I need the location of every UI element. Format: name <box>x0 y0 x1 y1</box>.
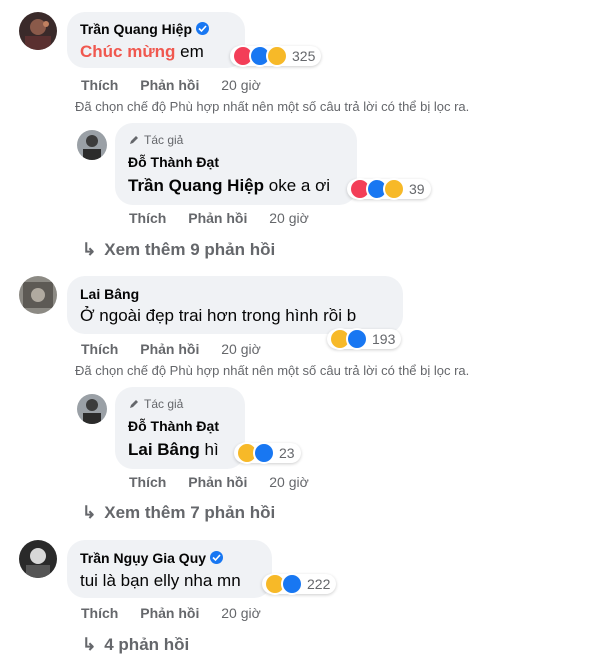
comment-author[interactable]: Lai Bâng <box>80 286 139 302</box>
avatar-photo <box>19 540 57 578</box>
comment-actions: Thích Phản hồi 20 giờ <box>129 474 309 490</box>
highlighted-text: Chúc mừng <box>80 42 176 61</box>
author-badge-label: Tác giả <box>144 133 184 147</box>
timestamp[interactable]: 20 giờ <box>221 605 261 621</box>
reply-button[interactable]: Phản hồi <box>140 77 199 93</box>
view-more-label: 4 phản hồi <box>104 635 190 654</box>
comment-text-rest: hì <box>204 440 219 459</box>
avatar-photo <box>19 12 57 50</box>
like-button[interactable]: Thích <box>129 474 166 490</box>
reaction-count: 23 <box>279 445 295 461</box>
avatar[interactable] <box>19 540 57 578</box>
reply-arrow-icon: ↳ <box>82 240 97 259</box>
timestamp[interactable]: 20 giờ <box>269 474 309 490</box>
comment-actions: Thích Phản hồi 20 giờ <box>81 77 261 93</box>
avatar-photo <box>77 394 107 424</box>
reaction-summary[interactable]: 39 <box>347 178 431 200</box>
like-button[interactable]: Thích <box>129 210 166 226</box>
reply-button[interactable]: Phản hồi <box>140 605 199 621</box>
avatar-photo <box>19 276 57 314</box>
author-name[interactable]: Trần Ngụy Gia Quy <box>80 550 206 566</box>
mention-link[interactable]: Trần Quang Hiệp <box>128 176 264 195</box>
avatar[interactable] <box>19 12 57 50</box>
like-button[interactable]: Thích <box>81 605 118 621</box>
comment-author[interactable]: Trần Ngụy Gia Quy <box>80 550 224 566</box>
author-badge: Tác giả <box>128 133 183 147</box>
reply-arrow-icon: ↳ <box>82 635 97 654</box>
timestamp[interactable]: 20 giờ <box>221 341 261 357</box>
reply-button[interactable]: Phản hồi <box>188 474 247 490</box>
comment-text-rest: oke a ơi <box>268 176 331 195</box>
like-button[interactable]: Thích <box>81 341 118 357</box>
avatar[interactable] <box>77 130 107 160</box>
author-badge: Tác giả <box>128 397 183 411</box>
avatar[interactable] <box>77 394 107 424</box>
haha-reaction-icon <box>266 45 288 67</box>
view-more-replies-button[interactable]: ↳ 4 phản hồi <box>82 635 189 655</box>
reaction-count: 39 <box>409 181 425 197</box>
timestamp[interactable]: 20 giờ <box>221 77 261 93</box>
reply-button[interactable]: Phản hồi <box>140 341 199 357</box>
verified-badge-icon <box>196 22 210 35</box>
pencil-icon <box>130 400 138 408</box>
comment-author[interactable]: Đỗ Thành Đạt <box>128 418 219 434</box>
reaction-summary[interactable]: 23 <box>234 442 301 464</box>
mention-link[interactable]: Lai Bâng <box>128 440 200 459</box>
comment-author[interactable]: Trần Quang Hiệp <box>80 21 210 37</box>
reaction-count: 193 <box>372 331 396 347</box>
reaction-count: 325 <box>292 48 316 64</box>
filter-notice: Đã chọn chế độ Phù hợp nhất nên một số c… <box>75 99 470 114</box>
like-reaction-icon <box>281 573 303 595</box>
comment-actions: Thích Phản hồi 20 giờ <box>81 605 261 621</box>
verified-badge-icon <box>210 551 224 564</box>
like-reaction-icon <box>253 442 275 464</box>
author-badge-label: Tác giả <box>144 397 184 411</box>
comment-actions: Thích Phản hồi 20 giờ <box>129 210 309 226</box>
filter-notice: Đã chọn chế độ Phù hợp nhất nên một số c… <box>75 363 470 378</box>
comment-text: Ở ngoài đẹp trai hơn trong hình rồi b <box>80 306 357 325</box>
comment-author[interactable]: Đỗ Thành Đạt <box>128 154 219 170</box>
comment-text: Trần Quang Hiệp oke a ơi <box>128 176 330 196</box>
avatar[interactable] <box>19 276 57 314</box>
comment-text-rest: em <box>180 42 204 61</box>
view-more-replies-button[interactable]: ↳ Xem thêm 7 phản hồi <box>82 503 275 523</box>
reaction-count: 222 <box>307 576 331 592</box>
pencil-icon <box>130 136 138 144</box>
avatar-photo <box>77 130 107 160</box>
reaction-summary[interactable]: 193 <box>327 328 402 350</box>
author-name[interactable]: Trần Quang Hiệp <box>80 21 192 37</box>
reply-button[interactable]: Phản hồi <box>188 210 247 226</box>
like-button[interactable]: Thích <box>81 77 118 93</box>
reaction-summary[interactable]: 325 <box>230 45 322 67</box>
comment-text: Lai Bâng hì <box>128 440 219 460</box>
view-more-label: Xem thêm 7 phản hồi <box>104 503 276 522</box>
like-reaction-icon <box>346 328 368 350</box>
view-more-label: Xem thêm 9 phản hồi <box>104 240 276 259</box>
comment-text: tui là bạn elly nha mn <box>80 571 241 590</box>
timestamp[interactable]: 20 giờ <box>269 210 309 226</box>
comment-text: Chúc mừng em <box>80 42 204 62</box>
reply-arrow-icon: ↳ <box>82 503 97 522</box>
view-more-replies-button[interactable]: ↳ Xem thêm 9 phản hồi <box>82 240 275 260</box>
haha-reaction-icon <box>383 178 405 200</box>
reaction-summary[interactable]: 222 <box>262 573 337 595</box>
comment-actions: Thích Phản hồi 20 giờ <box>81 341 261 357</box>
